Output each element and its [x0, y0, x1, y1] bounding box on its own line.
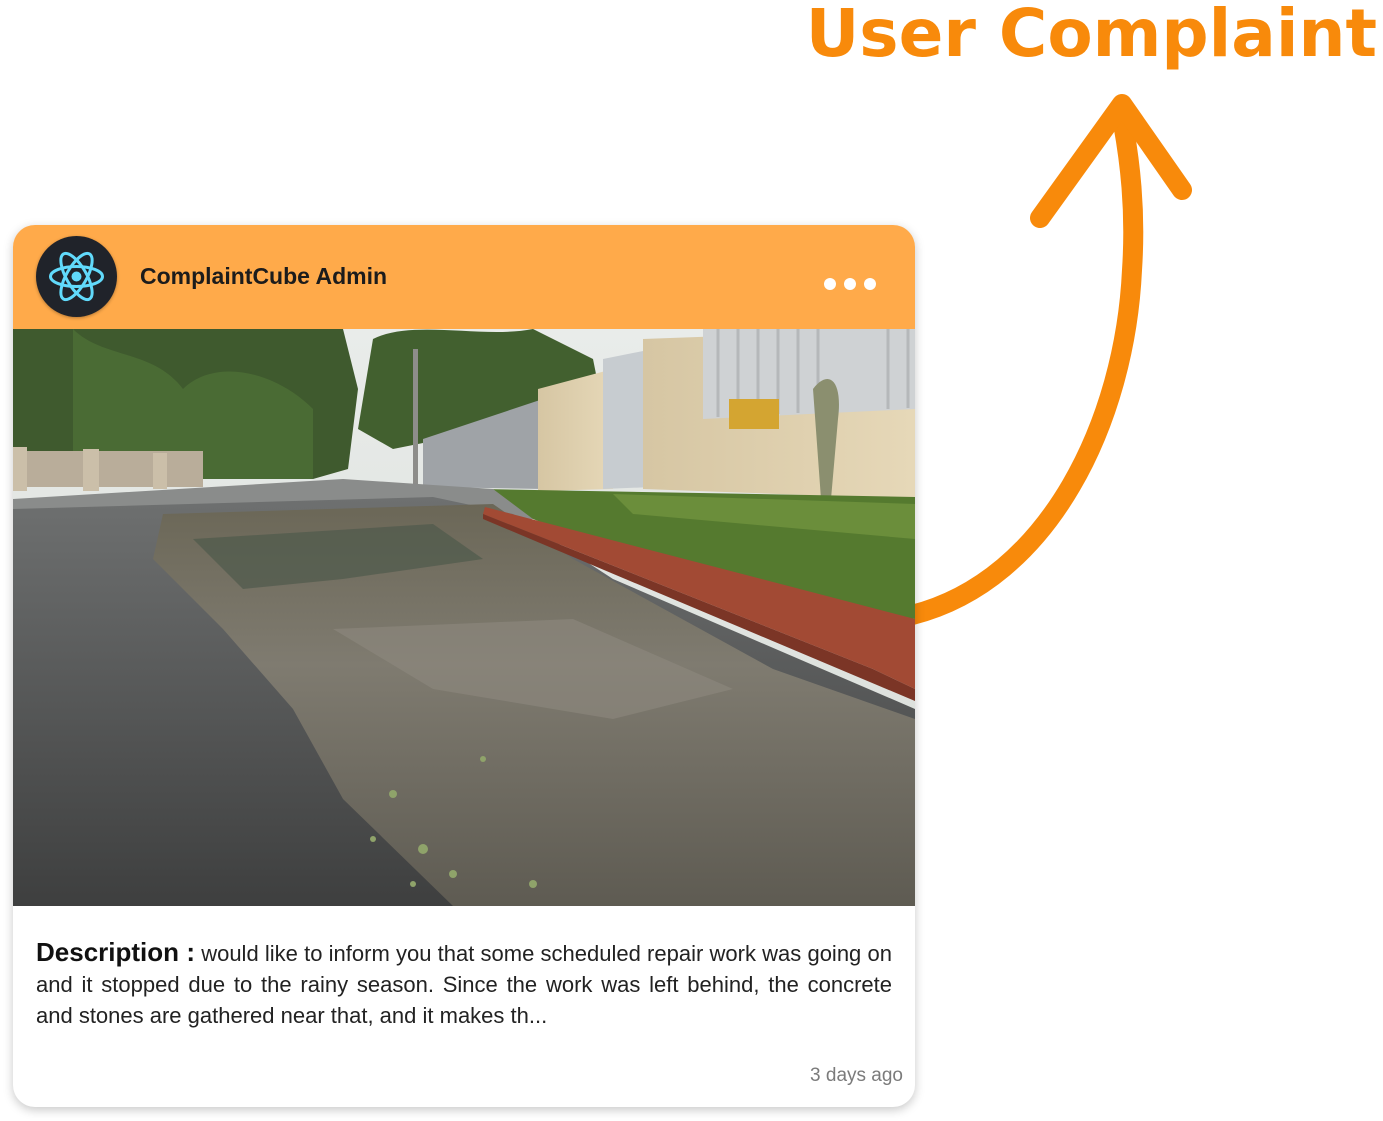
annotation-title: User Complaint	[805, 0, 1377, 72]
more-horizontal-icon	[824, 278, 836, 290]
author-name[interactable]: ComplaintCube Admin	[140, 263, 387, 290]
avatar[interactable]	[36, 236, 117, 317]
description-label: Description :	[36, 937, 195, 967]
react-atom-icon	[49, 251, 104, 302]
flooded-street-image	[13, 329, 915, 906]
complaint-description: Description : would like to inform you t…	[36, 937, 892, 1031]
card-header: ComplaintCube Admin	[13, 225, 915, 329]
more-dot	[864, 278, 876, 290]
complaint-photo[interactable]	[13, 329, 915, 906]
arrow-icon	[902, 94, 1192, 625]
post-timestamp: 3 days ago	[810, 1065, 903, 1086]
complaint-card[interactable]: ComplaintCube Admin Description: would …	[13, 225, 915, 1107]
more-dot	[844, 278, 856, 290]
more-options-button[interactable]	[817, 269, 883, 299]
